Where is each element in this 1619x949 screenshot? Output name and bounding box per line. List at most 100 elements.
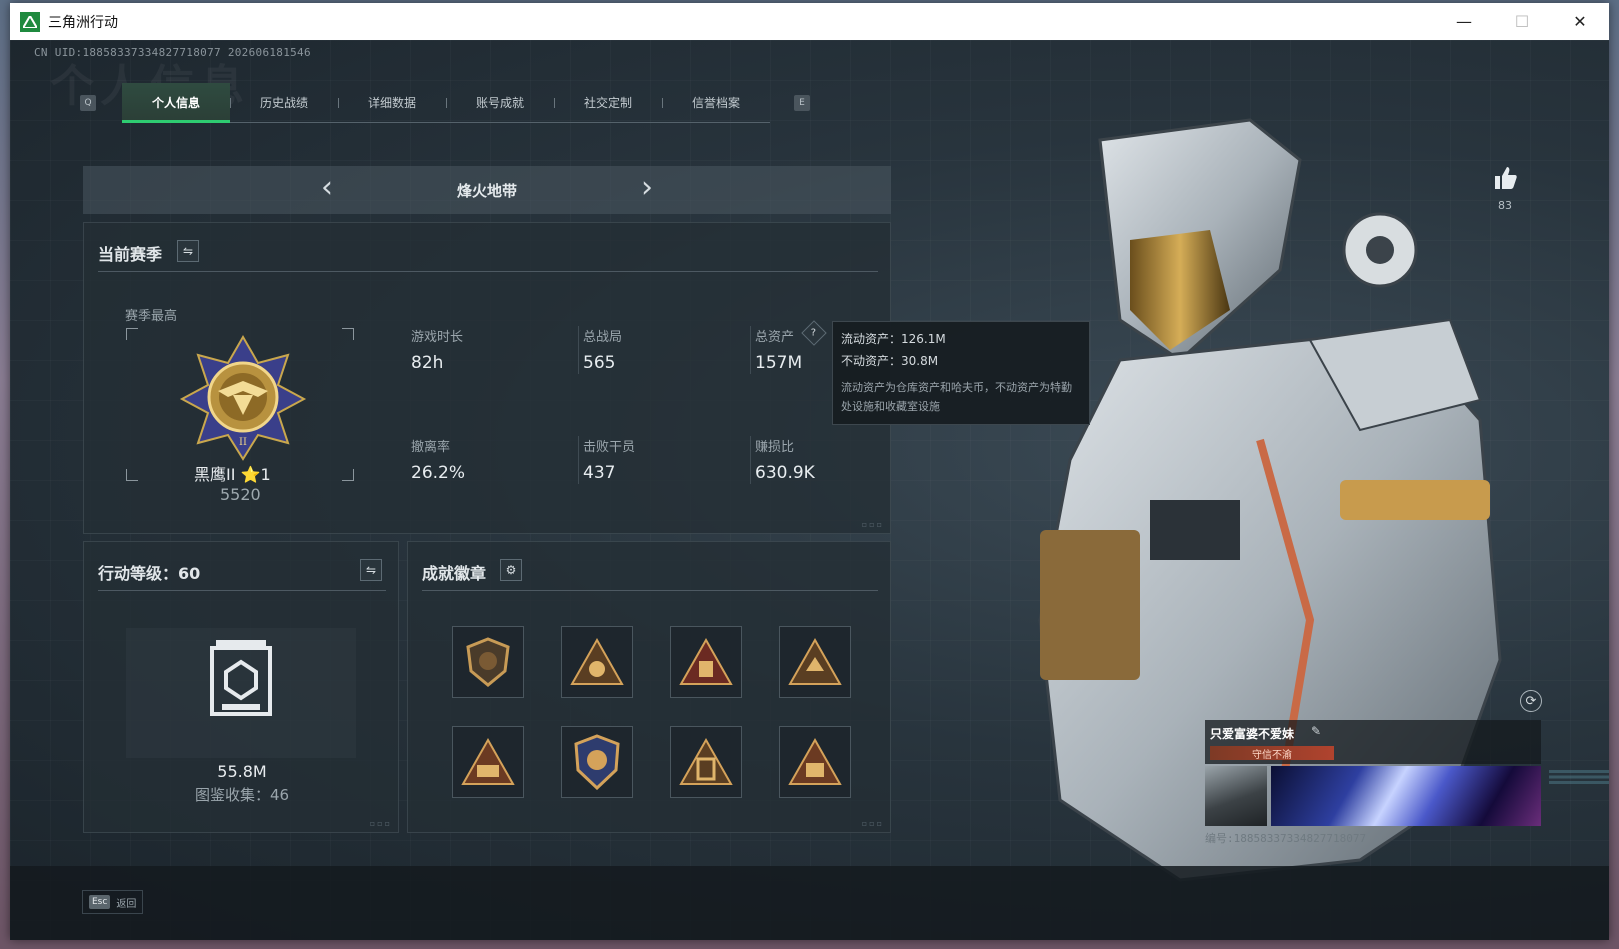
decorative-bars	[1549, 770, 1609, 784]
tab-strip: 个人信息 历史战绩 详细数据 账号成就 社交定制 信誉档案	[122, 83, 770, 123]
tab-detailed-data[interactable]: 详细数据	[338, 83, 446, 121]
stat-label-profit-ratio: 赚损比	[755, 440, 795, 455]
achievement-badge[interactable]	[561, 626, 633, 698]
back-button[interactable]: Esc 返回	[82, 890, 144, 914]
uid-line: CN UID:18858337334827718077 202606181546	[34, 46, 311, 59]
title-bar: 三角洲行动 — ☐ ✕	[10, 3, 1609, 40]
triangle-gate-badge-icon	[679, 737, 733, 785]
stat-value-total-matches: 565	[583, 353, 616, 373]
tab-match-history[interactable]: 历史战绩	[230, 83, 338, 121]
achievement-badges-panel: 成就徽章 ⚙ ▫▫▫	[407, 541, 891, 833]
tab-personal-info[interactable]: 个人信息	[122, 83, 230, 123]
mode-name: 烽火地带	[456, 181, 517, 200]
triangle-tower-badge-icon	[679, 637, 733, 685]
frame-corner-br	[342, 469, 354, 481]
window-controls: — ☐ ✕	[1435, 3, 1609, 40]
refresh-appearance-button[interactable]: ⟳	[1520, 690, 1542, 712]
player-card[interactable]: 只爱富婆不爱妹 ✎ 守信不渝 编号:18858337334827718077	[1205, 720, 1541, 870]
bottom-bar	[10, 866, 1609, 940]
badges-divider	[422, 590, 878, 591]
triangle-emblem-badge-icon	[570, 637, 624, 685]
stat-separator	[578, 326, 579, 374]
stat-label-extraction-rate: 撤离率	[411, 440, 451, 455]
like-widget[interactable]: 83	[1485, 165, 1525, 212]
stat-value-playtime: 82h	[411, 353, 444, 373]
player-id-line: 编号:18858337334827718077	[1205, 832, 1367, 845]
triangle-figure-badge-icon	[461, 737, 515, 785]
prev-mode-button[interactable]: ‹	[321, 170, 333, 205]
prev-tab-key[interactable]: Q	[80, 95, 96, 111]
frame-corner-bl	[126, 469, 138, 481]
next-tab-key[interactable]: E	[794, 95, 810, 111]
maximize-button[interactable]: ☐	[1493, 3, 1551, 40]
player-name: 只爱富婆不爱妹	[1210, 727, 1295, 741]
stat-value-kills: 437	[583, 463, 616, 483]
back-label: 返回	[116, 898, 137, 910]
achievement-badge[interactable]	[779, 626, 851, 698]
stat-label-kills: 击败干员	[583, 440, 636, 455]
badges-title: 成就徽章	[422, 564, 487, 583]
assets-tooltip: 流动资产：126.1M 不动资产：30.8M 流动资产为仓库资产和哈夫币，不动资…	[832, 321, 1090, 425]
thumbs-up-icon[interactable]	[1492, 165, 1518, 191]
action-level-title: 行动等级：60	[98, 564, 201, 583]
achievement-badge[interactable]	[779, 726, 851, 798]
level-divider	[98, 590, 386, 591]
level-swap-button[interactable]: ⇋	[360, 559, 382, 581]
assets-help-icon[interactable]: ?	[801, 320, 827, 346]
collection-value: 55.8M	[217, 762, 267, 781]
stat-value-extraction-rate: 26.2%	[411, 463, 466, 483]
achievement-badge[interactable]	[452, 726, 524, 798]
action-level-panel: 行动等级：60 ⇋ 55.8M 图鉴收集：46 ▫▫▫	[83, 541, 399, 833]
stat-value-profit-ratio: 630.9K	[755, 463, 815, 483]
collection-vault	[126, 628, 356, 758]
stat-label-playtime: 游戏时长	[411, 330, 464, 345]
achievement-badge[interactable]	[670, 726, 742, 798]
credit-tag: 守信不渝	[1210, 746, 1334, 761]
stat-label-total-assets: 总资产	[755, 330, 795, 345]
tab-achievements[interactable]: 账号成就	[446, 83, 554, 121]
stat-label-total-matches: 总战局	[583, 330, 623, 345]
game-screen: 个人信息 CN UID:18858337334827718077 2026061…	[10, 40, 1609, 940]
help-glyph: ?	[811, 327, 817, 339]
app-window: 三角洲行动 — ☐ ✕ 个人信息 CN UID:1885833733482771…	[10, 3, 1609, 940]
tab-social-custom[interactable]: 社交定制	[554, 83, 662, 121]
panel-deco-dots: ▫▫▫	[861, 819, 884, 828]
close-button[interactable]: ✕	[1551, 3, 1609, 40]
svg-text:II: II	[239, 437, 247, 448]
collection-count: 图鉴收集：46	[194, 786, 290, 804]
shield-badge-icon	[466, 637, 510, 687]
stat-separator	[750, 326, 751, 374]
frame-corner-tl	[126, 328, 138, 340]
edit-name-icon[interactable]: ✎	[1311, 724, 1321, 738]
tab-bar: Q 个人信息 历史战绩 详细数据 账号成就 社交定制 信誉档案 E	[80, 83, 810, 123]
badges-settings-button[interactable]: ⚙	[500, 559, 522, 581]
player-avatar[interactable]	[1205, 766, 1267, 826]
achievement-badge[interactable]	[670, 626, 742, 698]
stat-separator	[750, 436, 751, 484]
tooltip-fixed-assets: 不动资产：30.8M	[841, 354, 939, 368]
delta-logo-icon	[20, 11, 40, 32]
season-best-label: 赛季最高	[125, 309, 178, 324]
window-title: 三角洲行动	[48, 14, 118, 31]
rank-score: 5520	[220, 485, 261, 504]
esc-key-badge: Esc	[89, 895, 111, 909]
achievement-badge[interactable]	[561, 726, 633, 798]
achievement-badge[interactable]	[452, 626, 524, 698]
minimize-button[interactable]: —	[1435, 3, 1493, 40]
triangle-crest-badge-icon	[788, 637, 842, 685]
mode-selector: ‹ 烽火地带 ›	[83, 166, 891, 214]
triangle-58-badge-icon	[788, 737, 842, 785]
tooltip-liquid-assets: 流动资产：126.1M	[841, 332, 946, 346]
panel-deco-dots: ▫▫▫	[861, 520, 884, 529]
tab-credit-record[interactable]: 信誉档案	[662, 83, 770, 121]
tooltip-description: 流动资产为仓库资产和哈夫币，不动资产为特勤处设施和收藏室设施	[841, 381, 1072, 413]
season-divider	[98, 271, 878, 272]
season-swap-button[interactable]: ⇋	[177, 240, 199, 262]
season-title: 当前赛季	[98, 245, 163, 264]
like-count: 83	[1498, 199, 1512, 212]
frame-corner-tr	[342, 328, 354, 340]
collection-vault-icon	[210, 640, 272, 716]
next-mode-button[interactable]: ›	[641, 170, 653, 205]
stat-separator	[578, 436, 579, 484]
stat-value-total-assets: 157M	[755, 353, 803, 373]
